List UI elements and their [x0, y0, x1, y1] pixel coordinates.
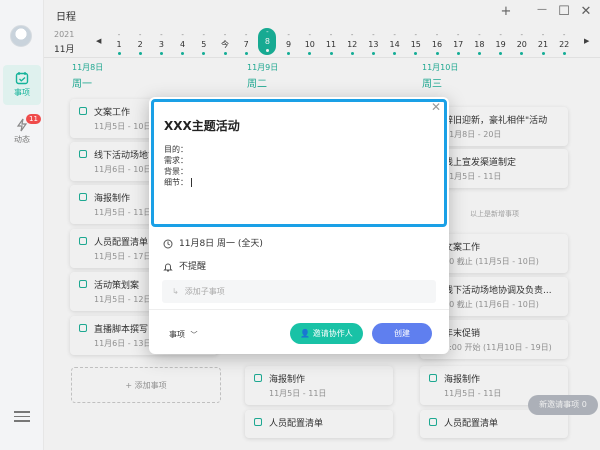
- type-label: 事项: [169, 330, 185, 339]
- menu-icon[interactable]: [14, 408, 30, 425]
- divider: [149, 309, 449, 310]
- background-line: 背景：: [164, 167, 188, 176]
- sidebar-item-tasks[interactable]: 事项: [3, 65, 41, 105]
- sidebar: 事项 11 动态: [0, 0, 44, 450]
- clock-icon: [163, 239, 173, 248]
- type-dropdown[interactable]: 事项 ﹀: [169, 329, 198, 340]
- close-icon[interactable]: ✕: [431, 100, 441, 114]
- event-title[interactable]: XXX主题活动: [164, 117, 434, 134]
- requirement-line: 需求：: [164, 156, 188, 165]
- sidebar-item-label: 事项: [14, 88, 30, 97]
- purpose-line: 目的：: [164, 145, 188, 154]
- sidebar-item-label: 动态: [14, 135, 30, 144]
- reminder-row[interactable]: 不提醒: [163, 259, 206, 272]
- chevron-down-icon: ﹀: [190, 331, 198, 339]
- text-cursor: [191, 178, 192, 187]
- avatar[interactable]: [10, 25, 32, 47]
- event-editor[interactable]: XXX主题活动 目的： 需求： 背景： 细节：: [151, 99, 447, 227]
- sidebar-item-activity[interactable]: 11 动态: [3, 112, 41, 152]
- user-icon: 👤: [300, 329, 311, 338]
- new-event-dialog: XXX主题活动 目的： 需求： 背景： 细节： ✕ 11月8日 周一 (全天) …: [149, 97, 449, 354]
- event-date-text: 11月8日 周一 (全天): [179, 239, 263, 249]
- add-subtask-input[interactable]: ↳ 添加子事项: [162, 280, 436, 303]
- detail-label: 细节：: [164, 178, 188, 187]
- detail-line: 细节：: [164, 177, 434, 188]
- invite-label: 邀请协作人: [312, 329, 353, 338]
- calendar-icon: [15, 72, 29, 85]
- subtask-placeholder: 添加子事项: [184, 287, 225, 296]
- reminder-text: 不提醒: [179, 262, 207, 272]
- subtask-icon: ↳: [172, 287, 179, 296]
- notification-badge: 11: [26, 114, 41, 124]
- bell-icon: [163, 263, 173, 271]
- date-row[interactable]: 11月8日 周一 (全天): [163, 236, 263, 249]
- create-button[interactable]: 创建: [372, 323, 432, 344]
- invite-collaborator-button[interactable]: 👤 邀请协作人: [290, 323, 363, 344]
